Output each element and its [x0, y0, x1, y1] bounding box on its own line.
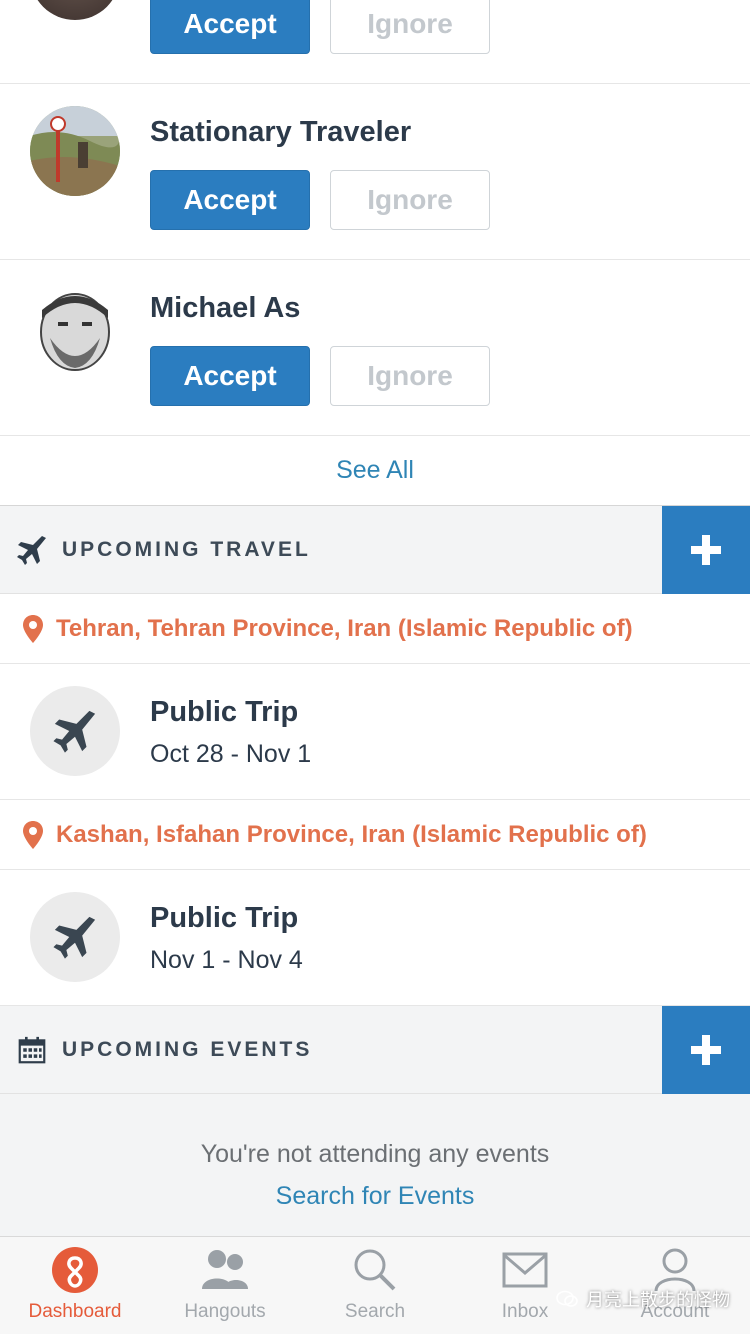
envelope-icon: [500, 1245, 550, 1295]
dashboard-logo-icon: [50, 1245, 100, 1295]
avatar[interactable]: [30, 0, 120, 20]
accept-button[interactable]: Accept: [150, 346, 310, 406]
tab-hangouts[interactable]: Hangouts: [150, 1237, 300, 1334]
plus-icon: [691, 535, 721, 565]
trip-dates: Nov 1 - Nov 4: [150, 946, 303, 974]
airplane-icon: [17, 536, 46, 565]
trip-icon-circle: [30, 686, 120, 776]
plus-icon: [691, 1035, 721, 1065]
section-title: UPCOMING EVENTS: [62, 1038, 313, 1061]
trip-item[interactable]: Public Trip Oct 28 - Nov 1: [0, 664, 750, 800]
ignore-button[interactable]: Ignore: [330, 346, 490, 406]
avatar-photo: [30, 282, 120, 372]
trip-location[interactable]: Kashan, Isfahan Province, Iran (Islamic …: [0, 800, 750, 870]
location-text: Kashan, Isfahan Province, Iran (Islamic …: [56, 821, 647, 848]
friend-request-row: Accept Ignore: [0, 0, 750, 84]
section-title: UPCOMING TRAVEL: [62, 538, 311, 561]
location-pin-icon: [23, 615, 43, 643]
accept-button[interactable]: Accept: [150, 170, 310, 230]
avatar[interactable]: [30, 282, 120, 372]
people-icon: [200, 1245, 250, 1295]
empty-message: You're not attending any events: [200, 1140, 550, 1168]
friend-request-row: Stationary Traveler Accept Ignore: [0, 84, 750, 260]
trip-icon-circle: [30, 892, 120, 982]
trip-location[interactable]: Tehran, Tehran Province, Iran (Islamic R…: [0, 594, 750, 664]
avatar[interactable]: [30, 106, 120, 196]
upcoming-travel-header: UPCOMING TRAVEL: [0, 506, 750, 594]
trip-title: Public Trip: [150, 696, 299, 728]
upcoming-events-header: UPCOMING EVENTS: [0, 1006, 750, 1094]
location-pin-icon: [23, 821, 43, 849]
calendar-icon: [18, 1036, 46, 1064]
tab-label: Search: [344, 1301, 406, 1322]
airplane-icon: [53, 916, 96, 959]
accept-button[interactable]: Accept: [150, 0, 310, 54]
see-all-link[interactable]: See All: [0, 436, 750, 506]
requester-name: Michael As: [150, 292, 301, 324]
add-event-button[interactable]: [662, 1006, 750, 1094]
ignore-button[interactable]: Ignore: [330, 170, 490, 230]
tab-search[interactable]: Search: [300, 1237, 450, 1334]
tab-label: Hangouts: [184, 1301, 266, 1322]
tab-dashboard[interactable]: Dashboard: [0, 1237, 150, 1334]
friend-request-row: Michael As Accept Ignore: [0, 260, 750, 436]
tab-label: Dashboard: [28, 1301, 122, 1322]
watermark: 月亮上散步的怪物: [556, 1286, 730, 1312]
chat-bubble-icon: [556, 1290, 578, 1307]
location-text: Tehran, Tehran Province, Iran (Islamic R…: [56, 615, 633, 642]
trip-title: Public Trip: [150, 902, 299, 934]
add-travel-button[interactable]: [662, 506, 750, 594]
avatar-photo: [30, 106, 120, 196]
bottom-tab-bar: Dashboard Hangouts Search Inbox Account: [0, 1236, 750, 1334]
search-events-link[interactable]: Search for Events: [0, 1182, 750, 1211]
trip-dates: Oct 28 - Nov 1: [150, 740, 312, 768]
events-empty-state: You're not attending any events Search f…: [0, 1094, 750, 1236]
airplane-icon: [53, 710, 96, 753]
trip-item[interactable]: Public Trip Nov 1 - Nov 4: [0, 870, 750, 1006]
requester-name: Stationary Traveler: [150, 116, 412, 148]
ignore-button[interactable]: Ignore: [330, 0, 490, 54]
watermark-text: 月亮上散步的怪物: [586, 1290, 730, 1311]
search-icon: [350, 1245, 400, 1295]
